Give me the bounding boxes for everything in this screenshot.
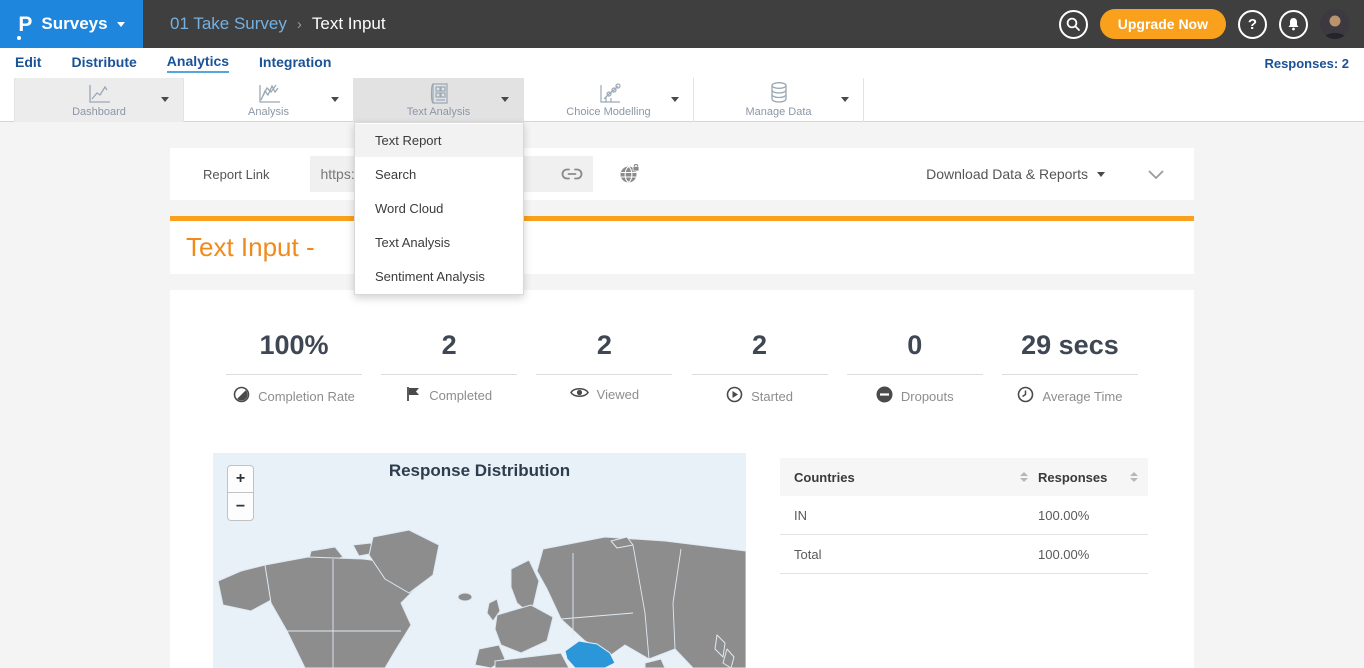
tab-analysis[interactable]: Analysis	[184, 78, 354, 122]
analysis-chart-icon	[256, 81, 282, 105]
countries-table-header: Countries Responses	[780, 458, 1148, 496]
survey-subnav: Edit Distribute Analytics Integration Re…	[0, 48, 1364, 78]
notifications-bell-icon[interactable]	[1279, 10, 1308, 39]
map-zoom-controls: + −	[227, 465, 254, 521]
questionpro-logo: P	[18, 14, 32, 35]
clock-icon	[1017, 386, 1034, 406]
flag-icon	[406, 386, 421, 405]
tab-manage-data[interactable]: Manage Data	[694, 78, 864, 122]
nav-analytics[interactable]: Analytics	[167, 53, 229, 73]
stat-dropouts: 0 Dropouts	[839, 330, 991, 406]
completion-rate-icon	[233, 386, 250, 406]
topbar: P Surveys 01 Take Survey › Text Input Up…	[0, 0, 1364, 48]
text-report-icon	[427, 81, 451, 105]
nav-edit[interactable]: Edit	[15, 54, 41, 72]
responses-column-header[interactable]: Responses	[1038, 470, 1107, 485]
world-map	[213, 453, 746, 668]
analytics-toolbar: Dashboard Analysis Text Analysis Choice …	[0, 78, 1364, 122]
minus-circle-icon	[876, 386, 893, 406]
chevron-down-icon	[501, 97, 509, 102]
countries-column-header[interactable]: Countries	[794, 470, 855, 485]
help-icon[interactable]: ?	[1238, 10, 1267, 39]
map-zoom-in-button[interactable]: +	[227, 465, 254, 493]
response-distribution-map[interactable]: Response Distribution + −	[213, 453, 746, 668]
database-icon	[767, 81, 791, 105]
stat-viewed: 2 Viewed	[528, 330, 680, 406]
report-link-label: Report Link	[203, 167, 269, 182]
menu-item-sentiment-analysis[interactable]: Sentiment Analysis	[355, 260, 523, 293]
stat-average-time: 29 secs Average Time	[994, 330, 1146, 406]
globe-lock-icon[interactable]	[619, 164, 641, 184]
topbar-actions: Upgrade Now ?	[1059, 9, 1364, 39]
menu-item-search[interactable]: Search	[355, 158, 523, 191]
chevron-down-icon	[1097, 172, 1105, 177]
play-icon	[726, 386, 743, 406]
tab-text-analysis[interactable]: Text Analysis	[354, 78, 524, 122]
app-window: P Surveys 01 Take Survey › Text Input Up…	[0, 0, 1364, 668]
menu-item-word-cloud[interactable]: Word Cloud	[355, 192, 523, 225]
chevron-down-icon	[161, 97, 169, 102]
stat-completed: 2 Completed	[373, 330, 525, 406]
tab-choice-modelling[interactable]: Choice Modelling	[524, 78, 694, 122]
report-actions: Download Data & Reports	[926, 166, 1194, 182]
stat-started: 2 Started	[684, 330, 836, 406]
menu-item-text-analysis[interactable]: Text Analysis	[355, 226, 523, 259]
breadcrumb-survey-link[interactable]: 01 Take Survey	[170, 14, 287, 34]
choice-modelling-icon	[596, 81, 622, 105]
breadcrumb-separator: ›	[297, 16, 302, 33]
map-zoom-out-button[interactable]: −	[227, 493, 254, 521]
breadcrumb-current-page: Text Input	[312, 14, 386, 34]
table-row: IN 100.00%	[780, 496, 1148, 535]
chevron-down-icon	[117, 22, 125, 27]
eye-icon	[570, 386, 589, 402]
responses-count: Responses: 2	[1264, 56, 1349, 71]
page-title: Text Input -	[186, 232, 315, 263]
download-data-reports-dropdown[interactable]: Download Data & Reports	[926, 166, 1105, 182]
user-avatar[interactable]	[1320, 9, 1350, 39]
stat-completion-rate: 100% Completion Rate	[218, 330, 370, 406]
chevron-down-icon	[671, 97, 679, 102]
product-name: Surveys	[41, 14, 107, 34]
breadcrumb: 01 Take Survey › Text Input	[170, 14, 386, 34]
text-analysis-menu: Text Report Search Word Cloud Text Analy…	[354, 122, 524, 295]
sort-countries-icon[interactable]	[1020, 472, 1028, 482]
upgrade-now-button[interactable]: Upgrade Now	[1100, 9, 1226, 39]
report-main-panel: 100% Completion Rate 2 Completed 2 Viewe…	[170, 290, 1194, 668]
nav-integration[interactable]: Integration	[259, 54, 331, 72]
nav-distribute[interactable]: Distribute	[71, 54, 136, 72]
question-title-panel: Text Input -	[170, 221, 1194, 274]
sort-responses-icon[interactable]	[1130, 472, 1138, 482]
product-switcher[interactable]: P Surveys	[0, 0, 143, 48]
collapse-chevron-icon[interactable]	[1148, 170, 1164, 179]
copy-link-icon[interactable]	[561, 167, 583, 181]
chevron-down-icon	[841, 97, 849, 102]
dashboard-chart-icon	[86, 81, 112, 105]
survey-stats-row: 100% Completion Rate 2 Completed 2 Viewe…	[170, 290, 1194, 406]
tab-dashboard[interactable]: Dashboard	[14, 78, 184, 122]
report-link-panel: Report Link https://ww Download Data & R…	[170, 148, 1194, 200]
search-icon[interactable]	[1059, 10, 1088, 39]
chevron-down-icon	[331, 97, 339, 102]
table-row-total: Total 100.00%	[780, 535, 1148, 574]
menu-item-text-report[interactable]: Text Report	[355, 124, 523, 157]
countries-table: Countries Responses IN 100.00% Total 100…	[780, 458, 1148, 574]
